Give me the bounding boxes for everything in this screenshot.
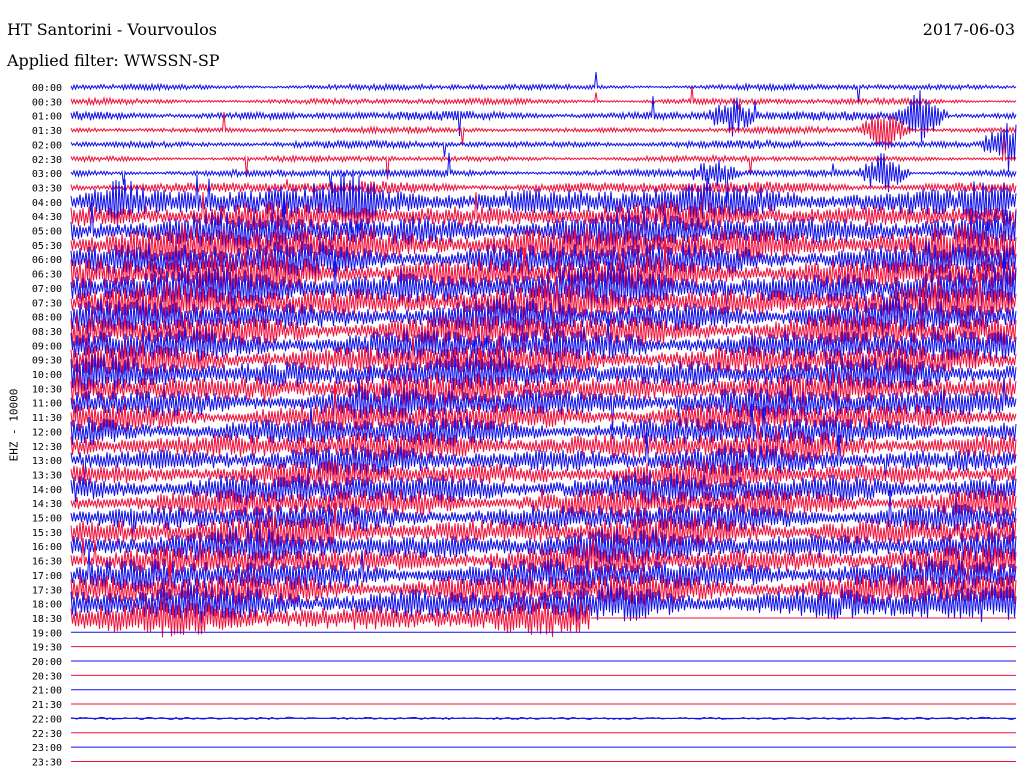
traces-group	[70, 72, 1017, 762]
y-tick-label: 15:00	[32, 514, 62, 525]
y-tick-label: 09:00	[32, 341, 62, 352]
y-tick-label: 08:30	[32, 327, 62, 338]
y-tick-label: 05:30	[32, 241, 62, 252]
y-tick-label: 10:00	[32, 370, 62, 381]
y-tick-label: 23:00	[32, 743, 62, 754]
y-tick-label: 05:00	[32, 227, 62, 238]
y-tick-label: 21:30	[32, 700, 62, 711]
y-tick-label: 19:00	[32, 628, 62, 639]
trace-waveform	[70, 72, 1017, 103]
y-tick-label: 13:30	[32, 470, 62, 481]
y-tick-label: 01:30	[32, 126, 62, 137]
y-tick-label: 04:30	[32, 212, 62, 223]
y-tick-label: 14:00	[32, 485, 62, 496]
y-tick-label: 02:30	[32, 155, 62, 166]
trace-waveform	[70, 598, 591, 638]
y-tick-label: 17:30	[32, 585, 62, 596]
y-tick-label: 23:30	[32, 757, 62, 768]
trace-waveform	[70, 503, 1017, 566]
y-tick-label: 04:00	[32, 198, 62, 209]
y-tick-label: 22:00	[32, 714, 62, 725]
y-tick-label: 07:00	[32, 284, 62, 295]
y-tick-label: 12:30	[32, 442, 62, 453]
y-tick-label: 18:30	[32, 614, 62, 625]
y-tick-label: 11:30	[32, 413, 62, 424]
y-tick-label: 03:00	[32, 169, 62, 180]
y-tick-label: 11:00	[32, 399, 62, 410]
y-tick-label: 16:30	[32, 557, 62, 568]
y-tick-label: 15:30	[32, 528, 62, 539]
y-tick-label: 00:30	[32, 97, 62, 108]
y-tick-label: 12:00	[32, 427, 62, 438]
y-tick-label: 10:30	[32, 384, 62, 395]
y-tick-label: 03:30	[32, 183, 62, 194]
y-tick-label: 07:30	[32, 298, 62, 309]
y-tick-label: 09:30	[32, 356, 62, 367]
y-tick-label: 08:00	[32, 313, 62, 324]
y-tick-label: 19:30	[32, 643, 62, 654]
seismogram-plot: 00:00 00:30 01:00 01:30 02:00 02:30 03:00 03:30…	[32, 72, 1017, 768]
y-tick-label: 13:00	[32, 456, 62, 467]
y-tick-label: 14:30	[32, 499, 62, 510]
y-tick-label: 20:30	[32, 671, 62, 682]
y-tick-label: 01:00	[32, 112, 62, 123]
trace-waveform	[70, 86, 1017, 110]
y-tick-label: 16:00	[32, 542, 62, 553]
y-tick-label: 20:00	[32, 657, 62, 668]
tick-labels-group: 00:00 00:30 01:00 01:30 02:00 02:30 03:00 03:30…	[32, 83, 62, 768]
y-tick-label: 21:00	[32, 686, 62, 697]
y-tick-label: 00:00	[32, 83, 62, 94]
y-tick-label: 22:30	[32, 729, 62, 740]
y-tick-label: 06:00	[32, 255, 62, 266]
y-tick-label: 18:00	[32, 600, 62, 611]
y-tick-label: 17:00	[32, 571, 62, 582]
y-tick-label: 02:00	[32, 140, 62, 151]
y-tick-label: 06:30	[32, 270, 62, 281]
